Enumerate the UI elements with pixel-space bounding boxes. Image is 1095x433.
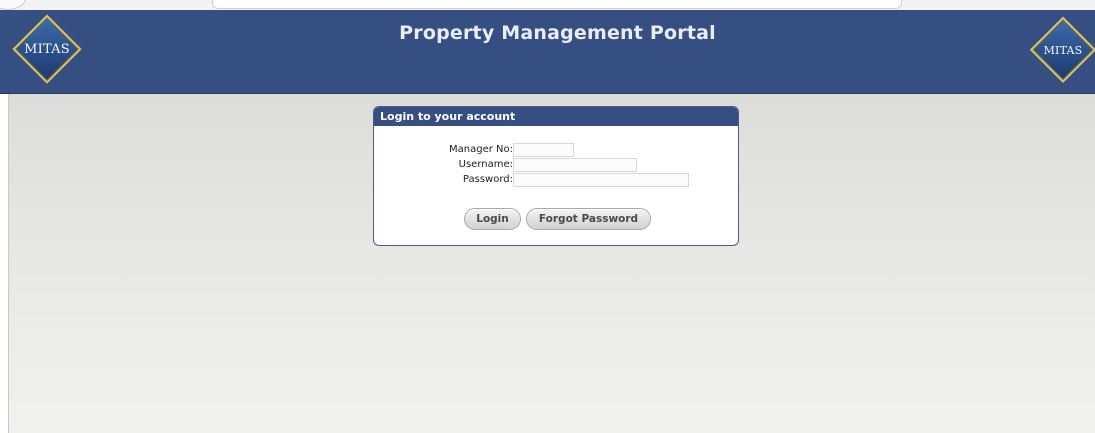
login-button[interactable]: Login [464, 208, 521, 230]
browser-back-icon[interactable] [0, 0, 26, 10]
username-label: Username: [458, 159, 513, 170]
logo-text: MITAS [1043, 43, 1083, 57]
manager-no-input[interactable] [513, 143, 574, 157]
password-row: Password: [374, 173, 738, 188]
password-input[interactable] [513, 173, 689, 187]
main-content: Login to your account Manager No: Userna… [8, 94, 1095, 433]
page-title: Property Management Portal [399, 22, 716, 44]
browser-address-bar[interactable] [212, 0, 902, 9]
manager-no-label: Manager No: [449, 144, 513, 155]
mitas-logo-right[interactable]: MITAS [1029, 16, 1095, 84]
login-panel: Login to your account Manager No: Userna… [373, 106, 739, 246]
forgot-password-button[interactable]: Forgot Password [526, 208, 651, 230]
username-row: Username: [374, 158, 738, 173]
username-input[interactable] [513, 158, 637, 172]
manager-no-row: Manager No: [374, 143, 738, 158]
password-label: Password: [462, 174, 513, 185]
page-header: MITAS Property Management Portal MITAS [0, 10, 1095, 94]
login-panel-title: Login to your account [374, 107, 738, 126]
